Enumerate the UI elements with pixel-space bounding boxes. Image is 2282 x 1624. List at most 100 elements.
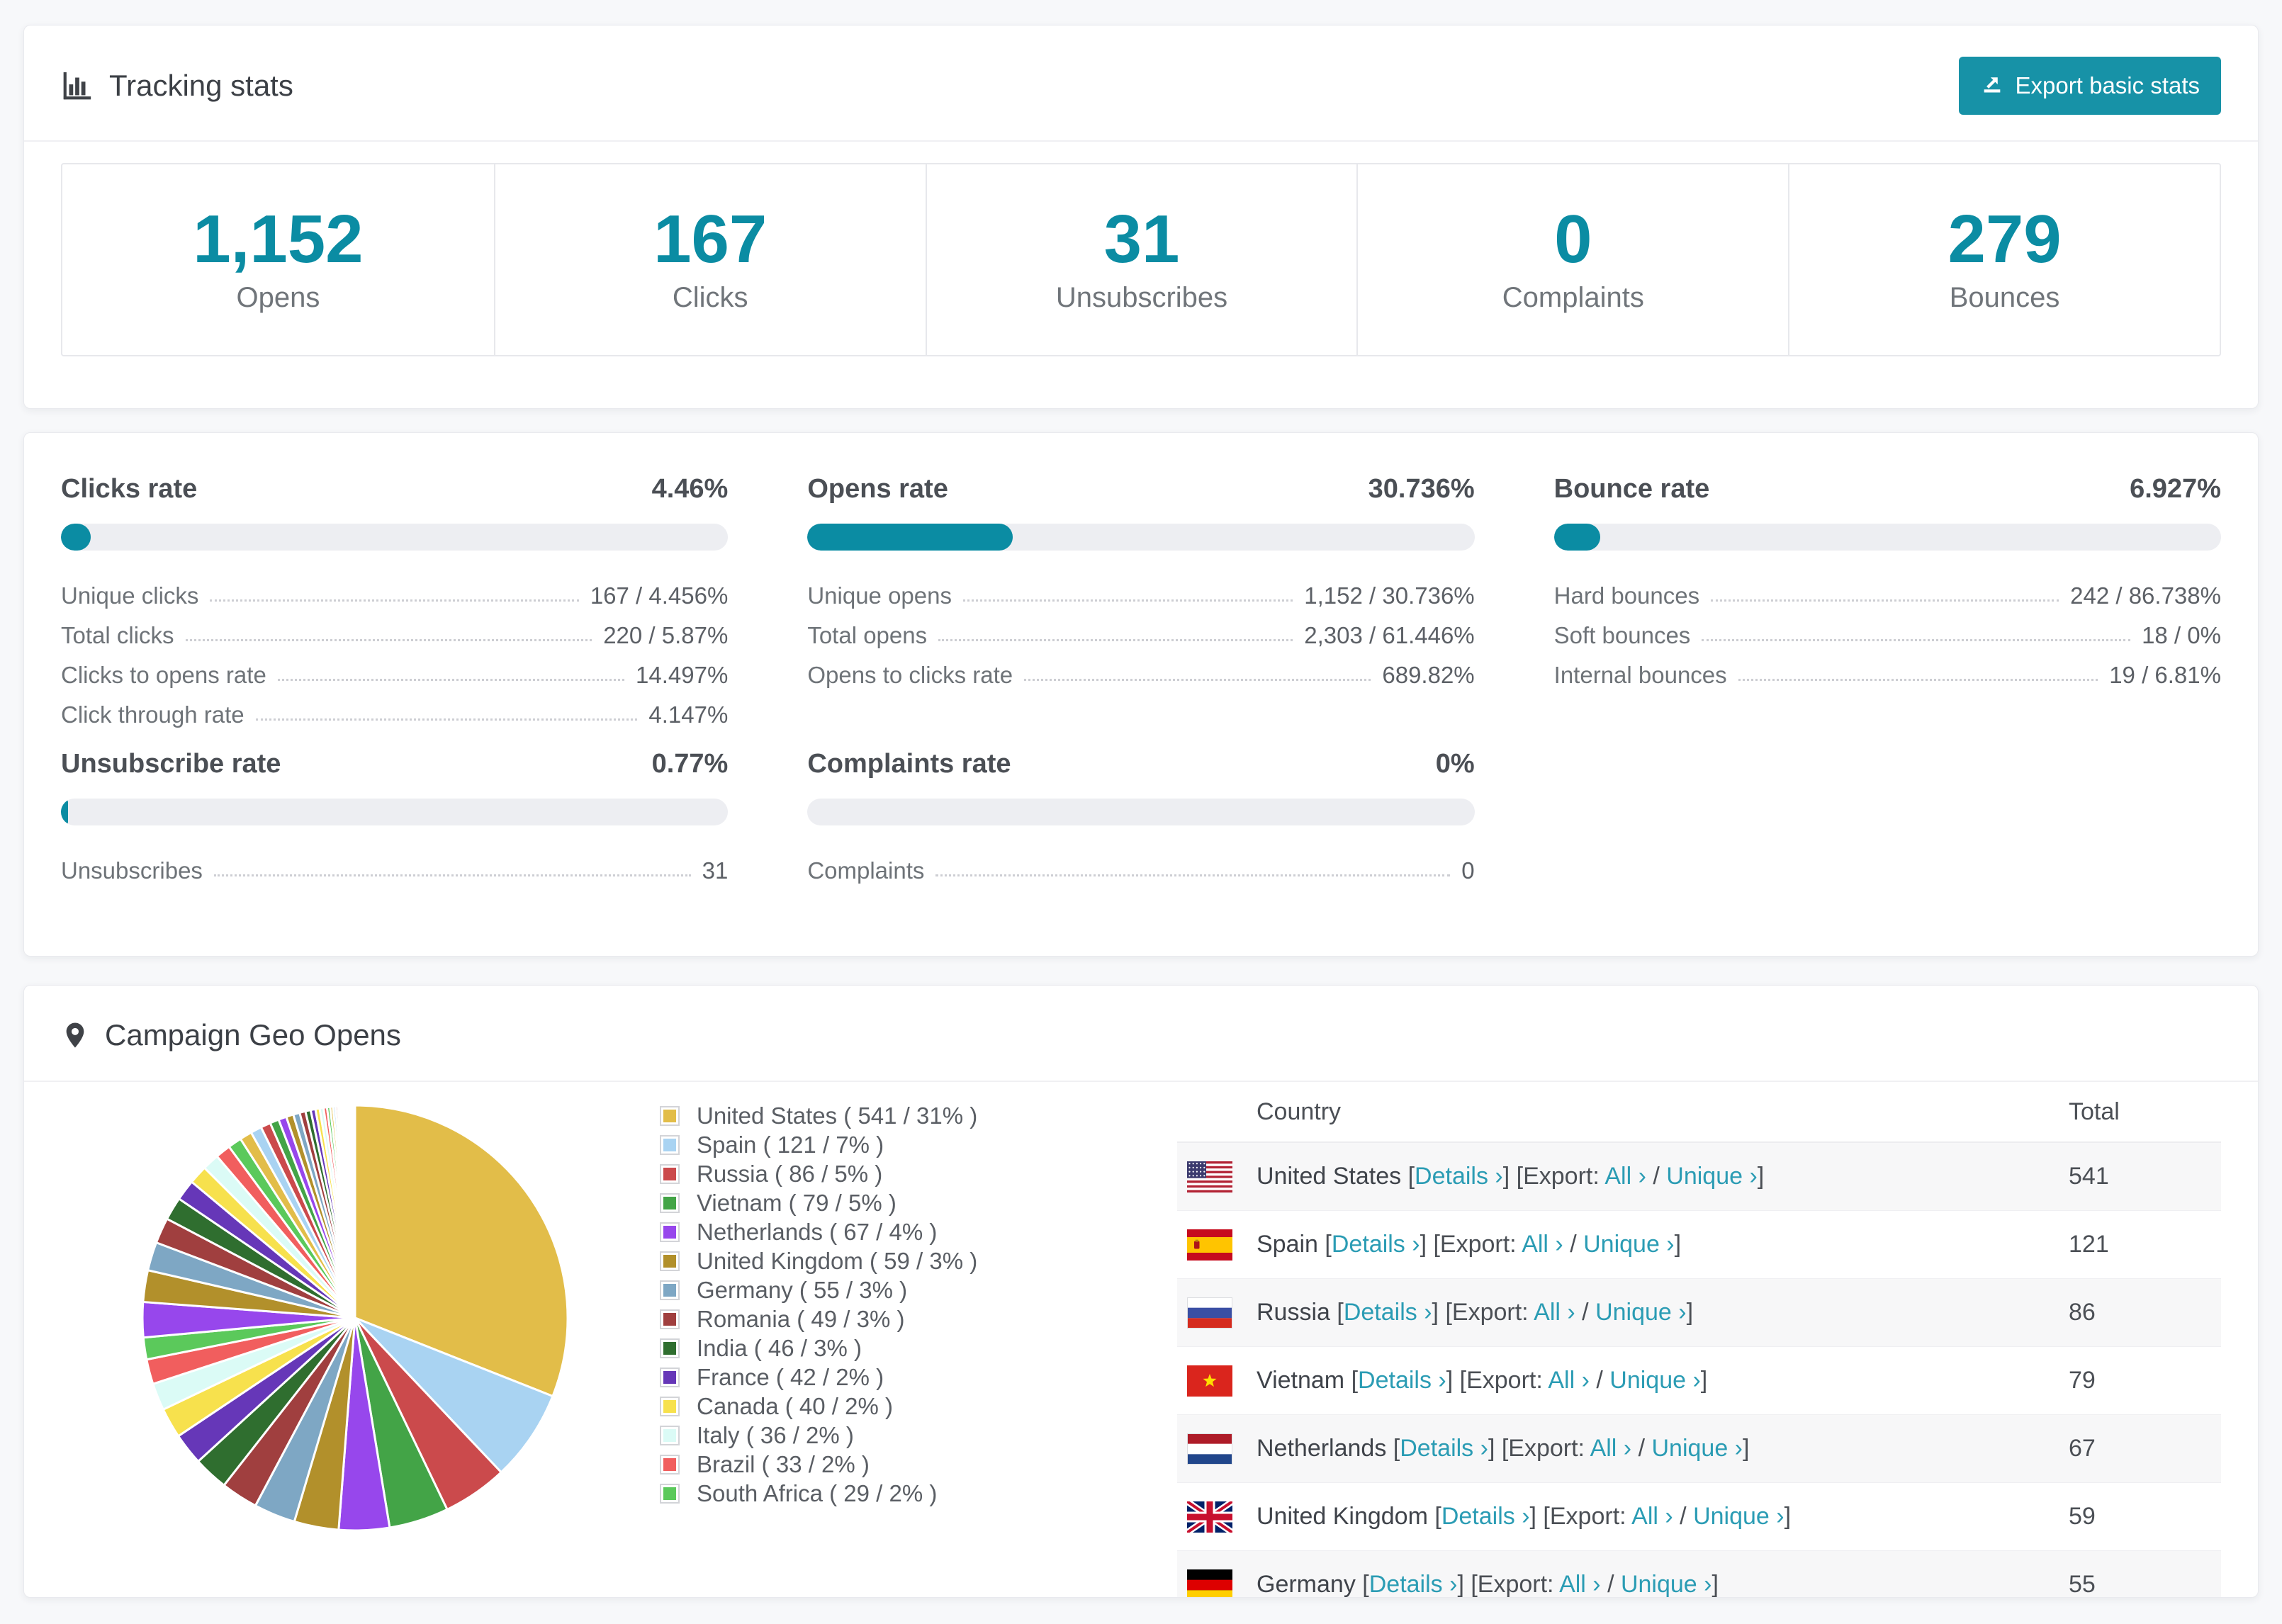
dotted-leader bbox=[277, 679, 625, 681]
us-flag-icon bbox=[1177, 1161, 1257, 1192]
legend-item-netherlands: Netherlands ( 67 / 4% ) bbox=[660, 1217, 1057, 1246]
progress-bar-fill bbox=[61, 799, 69, 825]
progress-bar bbox=[807, 524, 1475, 551]
country-total: 67 bbox=[2069, 1435, 2096, 1462]
export-all-link[interactable]: All › bbox=[1559, 1571, 1601, 1597]
progress-bar bbox=[807, 799, 1475, 825]
export-unique-link[interactable]: Unique › bbox=[1693, 1503, 1784, 1530]
stat-line-unsubscribes: Unsubscribes 31 bbox=[61, 857, 729, 884]
stat-card-complaints: 0 Complaints bbox=[1356, 164, 1788, 355]
geo-table-header-row: Country Total bbox=[1177, 1082, 2221, 1143]
legend-swatch bbox=[660, 1134, 680, 1155]
legend-swatch bbox=[660, 1251, 680, 1271]
legend-label: Romania ( 49 / 3% ) bbox=[697, 1305, 905, 1332]
rate-value: 6.927% bbox=[2130, 474, 2221, 504]
geo-opens-card: Campaign Geo Opens United States ( 541 /… bbox=[23, 985, 2259, 1598]
export-unique-link[interactable]: Unique › bbox=[1583, 1231, 1675, 1258]
stat-label: Unsubscribes bbox=[1055, 282, 1228, 313]
export-unique-link[interactable]: Unique › bbox=[1609, 1367, 1701, 1394]
legend-label: Netherlands ( 67 / 4% ) bbox=[697, 1218, 938, 1245]
legend-swatch bbox=[660, 1483, 680, 1504]
legend-label: India ( 46 / 3% ) bbox=[697, 1334, 862, 1361]
details-link[interactable]: Details › bbox=[1400, 1435, 1488, 1462]
country-total: 79 bbox=[2069, 1367, 2096, 1394]
export-all-link[interactable]: All › bbox=[1534, 1299, 1575, 1326]
details-link[interactable]: Details › bbox=[1344, 1299, 1432, 1326]
export-all-link[interactable]: All › bbox=[1522, 1231, 1563, 1258]
progress-bar bbox=[61, 524, 729, 551]
dotted-leader bbox=[213, 874, 691, 876]
details-link[interactable]: Details › bbox=[1369, 1571, 1458, 1597]
tracking-stats-title: Tracking stats bbox=[61, 69, 293, 103]
export-all-link[interactable]: All › bbox=[1604, 1163, 1646, 1190]
stat-line-hard-bounces: Hard bounces 242 / 86.738% bbox=[1553, 582, 2221, 609]
stat-label: Bounces bbox=[1949, 282, 2060, 313]
country-column-header: Country bbox=[1257, 1098, 1342, 1125]
legend-swatch bbox=[660, 1396, 680, 1416]
legend-swatch bbox=[660, 1280, 680, 1300]
country-name: Netherlands bbox=[1257, 1435, 1387, 1462]
legend-item-south-africa: South Africa ( 29 / 2% ) bbox=[660, 1479, 1057, 1508]
geo-content: United States ( 541 / 31% ) Spain ( 121 /… bbox=[24, 1082, 2258, 1597]
tracking-stats-card: Tracking stats Export basic stats 1,152 O… bbox=[23, 25, 2259, 409]
country-name: United States bbox=[1257, 1163, 1402, 1190]
legend-swatch bbox=[660, 1425, 680, 1445]
legend-label: United States ( 541 / 31% ) bbox=[697, 1102, 978, 1129]
legend-item-united-kingdom: United Kingdom ( 59 / 3% ) bbox=[660, 1246, 1057, 1275]
export-unique-link[interactable]: Unique › bbox=[1651, 1435, 1743, 1462]
opens-rate-block: Opens rate 30.736% Unique opens 1,152 / 30.… bbox=[807, 473, 1475, 731]
legend-item-spain: Spain ( 121 / 7% ) bbox=[660, 1130, 1057, 1159]
legend-swatch bbox=[660, 1105, 680, 1126]
legend-label: South Africa ( 29 / 2% ) bbox=[697, 1479, 938, 1506]
country-name: Russia bbox=[1257, 1299, 1330, 1326]
export-all-link[interactable]: All › bbox=[1590, 1435, 1632, 1462]
export-all-link[interactable]: All › bbox=[1548, 1367, 1590, 1394]
details-link[interactable]: Details › bbox=[1332, 1231, 1420, 1258]
stat-label: Clicks bbox=[672, 282, 748, 313]
dotted-leader bbox=[962, 599, 1293, 602]
rate-title: Opens rate bbox=[807, 474, 948, 504]
country-total: 86 bbox=[2069, 1299, 2096, 1326]
export-basic-stats-button[interactable]: Export basic stats bbox=[1958, 57, 2221, 115]
export-unique-link[interactable]: Unique › bbox=[1621, 1571, 1712, 1597]
unsubscribe-rate-block: Unsubscribe rate 0.77% Unsubscribes 31 bbox=[61, 748, 729, 886]
rate-title: Clicks rate bbox=[61, 474, 198, 504]
stat-label: Complaints bbox=[1502, 282, 1644, 313]
country-total: 541 bbox=[2069, 1163, 2109, 1190]
stat-card-clicks: 167 Clicks bbox=[493, 164, 926, 355]
geo-opens-title: Campaign Geo Opens bbox=[61, 1018, 401, 1052]
rate-title: Bounce rate bbox=[1553, 474, 1710, 504]
rate-value: 4.46% bbox=[651, 474, 729, 504]
legend-swatch bbox=[660, 1367, 680, 1387]
table-row-netherlands: Netherlands [Details ›] [Export: All › /… bbox=[1177, 1415, 2221, 1483]
stat-value: 167 bbox=[653, 201, 768, 277]
progress-bar bbox=[1553, 524, 2221, 551]
legend-item-germany: Germany ( 55 / 3% ) bbox=[660, 1275, 1057, 1304]
table-row-spain: Spain [Details ›] [Export: All › / Uniqu… bbox=[1177, 1211, 2221, 1279]
stat-value: 279 bbox=[1947, 201, 2062, 277]
legend-swatch bbox=[660, 1454, 680, 1474]
details-link[interactable]: Details › bbox=[1415, 1163, 1503, 1190]
stat-card-bounces: 279 Bounces bbox=[1788, 164, 2220, 355]
legend-swatch bbox=[660, 1192, 680, 1213]
bar-chart-icon bbox=[61, 69, 94, 102]
legend-item-france: France ( 42 / 2% ) bbox=[660, 1363, 1057, 1392]
country-total: 59 bbox=[2069, 1503, 2096, 1530]
export-button-label: Export basic stats bbox=[2015, 72, 2200, 98]
dotted-leader bbox=[1702, 639, 2131, 641]
geo-opens-header: Campaign Geo Opens bbox=[24, 986, 2258, 1082]
details-link[interactable]: Details › bbox=[1358, 1367, 1446, 1394]
export-unique-link[interactable]: Unique › bbox=[1666, 1163, 1758, 1190]
stat-line-total-clicks: Total clicks 220 / 5.87% bbox=[61, 622, 729, 648]
ru-flag-icon bbox=[1177, 1297, 1257, 1329]
export-unique-link[interactable]: Unique › bbox=[1595, 1299, 1687, 1326]
details-link[interactable]: Details › bbox=[1441, 1503, 1530, 1530]
geo-opens-title-text: Campaign Geo Opens bbox=[105, 1018, 401, 1051]
legend-label: Russia ( 86 / 5% ) bbox=[697, 1160, 883, 1187]
rate-value: 0% bbox=[1435, 749, 1475, 779]
table-row-vietnam: Vietnam [Details ›] [Export: All › / Uni… bbox=[1177, 1347, 2221, 1415]
stat-line-total-opens: Total opens 2,303 / 61.446% bbox=[807, 622, 1475, 648]
export-all-link[interactable]: All › bbox=[1631, 1503, 1673, 1530]
legend-item-united-states: United States ( 541 / 31% ) bbox=[660, 1101, 1057, 1130]
stat-line-soft-bounces: Soft bounces 18 / 0% bbox=[1553, 622, 2221, 648]
